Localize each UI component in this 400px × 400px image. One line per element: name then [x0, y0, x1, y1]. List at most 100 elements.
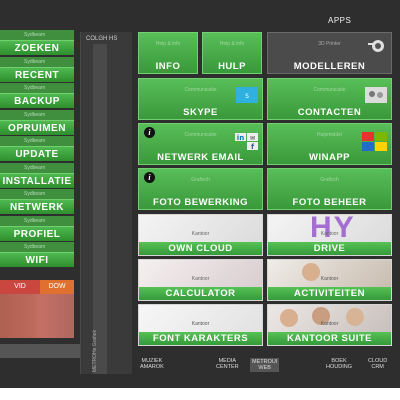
sidebar-widget: VID DOW [0, 280, 74, 338]
column-vertical-label: METROHe Grafiek [92, 330, 98, 372]
contacts-icon [365, 87, 387, 103]
tile-label: FOTO BEWERKING [153, 197, 248, 208]
tile-sub: Kantoor [191, 276, 210, 282]
dock-line2: CENTER [216, 364, 239, 370]
sidebar-item-label: OPRUIMEN [0, 119, 74, 135]
tile-label: HULP [218, 61, 246, 72]
svg-text:✉: ✉ [250, 135, 255, 142]
tile-sub: Kantoor [191, 321, 210, 327]
tile-foto-beheer[interactable]: Grafisch FOTO BEHEER [267, 168, 392, 210]
sidebar-item-opruimen[interactable]: Sydbeam OPRUIMEN [0, 109, 74, 137]
sidebar-item-sub: Sydbeam [0, 215, 74, 226]
tile-label: INFO [155, 61, 181, 72]
dock-line2: HOUDING [326, 364, 352, 370]
apps-title: APPS [328, 16, 352, 25]
tile-sub: Help & info [155, 41, 181, 47]
tile-label: FOTO BEHEER [292, 197, 367, 208]
sidebar-item-update[interactable]: Sydbeam UPDATE [0, 136, 74, 163]
sidebar-item-label: BACKUP [0, 93, 74, 108]
widget-graphic [0, 294, 74, 338]
tile-image [139, 215, 262, 242]
sidebar-item-wifi[interactable]: Sydbeam WIFI [0, 242, 74, 269]
social-icons: in ✉ f [235, 133, 258, 151]
tile-label: NETWERK EMAIL [157, 152, 244, 163]
sidebar-item-label: PROFIEL [0, 225, 74, 241]
tile-own-cloud[interactable]: Kantoor OWN CLOUD [138, 214, 263, 256]
column-track[interactable] [93, 44, 107, 374]
drive-bg-text: HY [310, 211, 356, 244]
sidebar-item-sub: Sydbeam [0, 109, 74, 120]
tile-sub: Grafisch [191, 177, 210, 183]
dock-item-metroui[interactable]: METROUI WEB [250, 358, 280, 372]
sidebar-item-zoeken[interactable]: Sydbeam ZOEKEN [0, 30, 74, 57]
tile-label: CONTACTEN [297, 107, 362, 118]
sidebar-item-installatie[interactable]: Sydbeam INSTALLATIE [0, 162, 74, 190]
sidebar-item-sub: Sydbeam [0, 162, 74, 173]
tile-sub: Kantoor [320, 276, 339, 282]
tile-modelleren[interactable]: 3D Printer MODELLEREN [267, 32, 392, 74]
sidebar-item-backup[interactable]: Sydbeam BACKUP [0, 83, 74, 110]
tile-winapp[interactable]: Hulpmiddel WINAPP [267, 123, 392, 165]
dock-item-boek[interactable]: BOEK HOUDING [326, 358, 352, 370]
sidebar-item-sub: Sydbeam [0, 83, 74, 93]
tile-label: WINAPP [309, 152, 350, 163]
sidebar-item-netwerk[interactable]: Sydbeam NETWERK [0, 189, 74, 216]
column-heading: COLGH HS [86, 36, 118, 42]
tile-sub: Kantoor [320, 321, 339, 327]
blender-icon [368, 40, 384, 52]
tile-sub: Grafisch [320, 177, 339, 183]
tile-contacten[interactable]: Communicatie CONTACTEN [267, 78, 392, 120]
sidebar-item-sub: Sydbeam [0, 242, 74, 252]
tile-label: SKYPE [183, 107, 218, 118]
sidebar-item-label: WIFI [0, 252, 74, 267]
vid-tab[interactable]: VID [0, 280, 40, 294]
tile-image [139, 260, 262, 287]
sidebar-item-recent[interactable]: Sydbeam RECENT [0, 56, 74, 84]
sidebar-item-sub: Sydbeam [0, 56, 74, 67]
sidebar: Sydbeam ZOEKEN Sydbeam RECENT Sydbeam BACKU… [0, 30, 74, 269]
tile-activiteiten[interactable]: Kantoor ACTIVITEITEN [267, 259, 392, 301]
sidebar-item-label: UPDATE [0, 146, 74, 161]
tile-label: CALCULATOR [165, 288, 236, 299]
dock-bar: MUZIEK AMAROK MEDIA CENTER METROUI WEB BOEK… [136, 356, 400, 378]
dock-item-cloud[interactable]: CLOUD CRM [368, 358, 387, 370]
tile-label: FONT KARAKTERS [152, 333, 249, 344]
tile-drive[interactable]: HY Kantoor DRIVE [267, 211, 392, 256]
tile-info[interactable]: Help & info INFO [138, 32, 198, 74]
tile-netwerk-email[interactable]: i Communicatie in ✉ f NETWERK EMAIL [138, 123, 263, 165]
dow-tab[interactable]: DOW [40, 280, 74, 294]
dock-line2: CRM [371, 364, 384, 370]
tile-sub: Kantoor [191, 231, 210, 237]
tile-image [268, 260, 391, 287]
sidebar-item-sub: Sydbeam [0, 30, 74, 40]
tile-skype[interactable]: Communicatie S SKYPE [138, 78, 263, 120]
tile-font-karakters[interactable]: Kantoor FONT KARAKTERS [138, 304, 263, 346]
sidebar-item-label: INSTALLATIE [0, 172, 74, 188]
tile-calculator[interactable]: Kantoor CALCULATOR [138, 259, 263, 301]
sidebar-item-sub: Sydbeam [0, 136, 74, 146]
tile-sub: Kantoor [320, 231, 339, 237]
tile-hulp[interactable]: Help & info HULP [202, 32, 262, 74]
sidebar-item-label: ZOEKEN [0, 40, 74, 55]
tile-sub: Help & info [219, 41, 245, 47]
dock-line2: AMAROK [140, 364, 164, 370]
tile-label: ACTIVITEITEN [294, 288, 365, 299]
tile-label: MODELLEREN [293, 61, 366, 72]
tile-kantoor-suite[interactable]: Kantoor KANTOOR SUITE [267, 304, 392, 346]
tile-label: KANTOOR SUITE [287, 333, 372, 344]
svg-text:S: S [245, 93, 249, 100]
sidebar-footer-bar [0, 344, 80, 358]
tile-label: DRIVE [313, 243, 346, 254]
tile-label: OWN CLOUD [168, 243, 233, 254]
svg-text:in: in [237, 134, 244, 142]
dock-item-muziek[interactable]: MUZIEK AMAROK [140, 358, 164, 370]
app-window: APPS Sydbeam ZOEKEN Sydbeam RECENT Sydbeam… [0, 0, 400, 388]
sidebar-item-profiel[interactable]: Sydbeam PROFIEL [0, 215, 74, 243]
dock-item-media[interactable]: MEDIA CENTER [216, 358, 239, 370]
sidebar-item-label: RECENT [0, 66, 74, 82]
windows-icon [362, 132, 387, 151]
tile-foto-bewerking[interactable]: i Grafisch FOTO BEWERKING [138, 168, 263, 210]
sidebar-item-label: NETWERK [0, 199, 74, 214]
tile-image [139, 305, 262, 332]
sidebar-item-sub: Sydbeam [0, 189, 74, 199]
